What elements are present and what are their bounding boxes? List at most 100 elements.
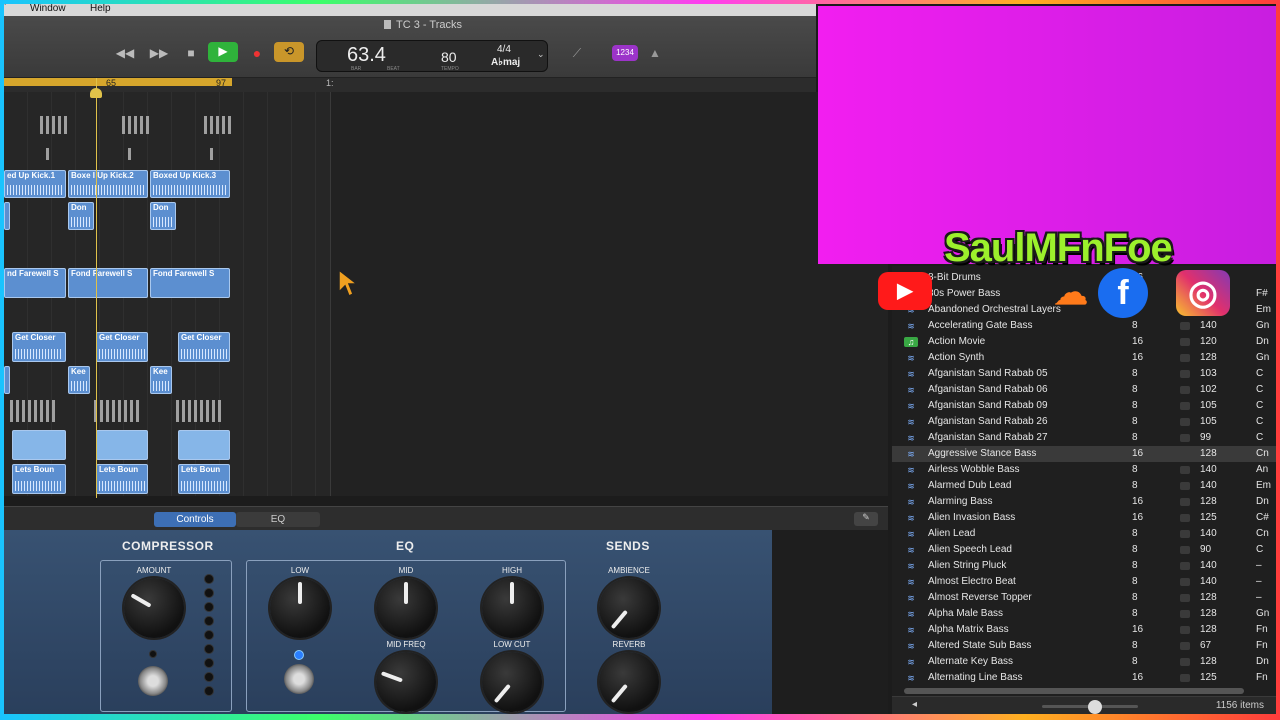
audio-region[interactable]: Boxe I Up Kick.2 — [68, 170, 148, 198]
favorite-checkbox[interactable] — [1180, 418, 1190, 426]
library-row[interactable]: ≋ Alpha Male Bass 8 128 Gn — [892, 606, 1276, 622]
library-row[interactable]: ≋ Afganistan Sand Rabab 06 8 102 C — [892, 382, 1276, 398]
midi-region[interactable] — [128, 148, 134, 160]
menu-help[interactable]: Help — [90, 4, 111, 14]
favorite-checkbox[interactable] — [1180, 482, 1190, 490]
midi-region[interactable] — [122, 116, 150, 134]
drum-region[interactable] — [178, 430, 230, 460]
audio-region[interactable]: ed Up Kick.1 — [4, 170, 66, 198]
library-row[interactable]: ≋ Afganistan Sand Rabab 05 8 103 C — [892, 366, 1276, 382]
record-button[interactable]: ● — [246, 44, 268, 62]
audio-region[interactable]: Get Closer — [12, 332, 66, 362]
favorite-checkbox[interactable] — [1180, 402, 1190, 410]
forward-button[interactable]: ▶▶ — [148, 44, 170, 62]
eq-toggle[interactable] — [284, 664, 314, 694]
audio-region[interactable]: Get Closer — [96, 332, 148, 362]
favorite-checkbox[interactable] — [1180, 450, 1190, 458]
amount-knob[interactable] — [124, 578, 184, 638]
audio-region[interactable]: Get Closer — [178, 332, 230, 362]
favorite-checkbox[interactable] — [1180, 578, 1190, 586]
favorite-checkbox[interactable] — [1180, 530, 1190, 538]
favorite-checkbox[interactable] — [1180, 370, 1190, 378]
library-row[interactable]: ≋ Alternating Line Bass 16 125 Fn — [892, 670, 1276, 686]
library-row[interactable]: ≋ Action Synth 16 128 Gn — [892, 350, 1276, 366]
audio-region[interactable]: Don — [150, 202, 176, 230]
favorite-checkbox[interactable] — [1180, 338, 1190, 346]
midi-region[interactable] — [10, 400, 58, 422]
library-row[interactable]: ≋ Alien Invasion Bass 16 125 C# — [892, 510, 1276, 526]
high-knob[interactable] — [482, 578, 542, 638]
favorite-checkbox[interactable] — [1180, 626, 1190, 634]
audio-region[interactable] — [4, 366, 10, 394]
midi-region[interactable] — [176, 400, 224, 422]
audio-region[interactable]: Lets Boun — [12, 464, 66, 494]
favorite-checkbox[interactable] — [1180, 674, 1190, 682]
mid-knob[interactable] — [376, 578, 436, 638]
tab-eq[interactable]: EQ — [236, 512, 320, 527]
mid-freq-knob[interactable] — [376, 652, 436, 712]
library-row[interactable]: ≋ Afganistan Sand Rabab 27 8 99 C — [892, 430, 1276, 446]
midi-region[interactable] — [40, 116, 68, 134]
library-row[interactable]: ≋ Alarming Bass 16 128 Dn — [892, 494, 1276, 510]
library-row[interactable]: ≋ Alpha Matrix Bass 16 128 Fn — [892, 622, 1276, 638]
preview-volume-icon[interactable]: ◂ — [912, 699, 917, 710]
preview-volume-thumb[interactable] — [1088, 700, 1102, 714]
favorite-checkbox[interactable] — [1180, 546, 1190, 554]
menu-window[interactable]: Window — [30, 4, 66, 14]
audio-region[interactable]: Don — [68, 202, 94, 230]
library-row[interactable]: ≋ Airless Wobble Bass 8 140 An — [892, 462, 1276, 478]
favorite-checkbox[interactable] — [1180, 562, 1190, 570]
compressor-toggle[interactable] — [138, 666, 168, 696]
library-row[interactable]: ♫ Action Movie 16 120 Dn — [892, 334, 1276, 350]
reverb-knob[interactable] — [599, 652, 659, 712]
timeline-ruler[interactable]: 65 97 1: — [4, 78, 816, 92]
library-row[interactable]: ≋ Alien String Pluck 8 140 – — [892, 558, 1276, 574]
library-row[interactable]: ≋ Alarmed Dub Lead 8 140 Em — [892, 478, 1276, 494]
play-button[interactable]: ▶ — [208, 42, 238, 62]
audio-region[interactable]: Boxed Up Kick.3 — [150, 170, 230, 198]
favorite-checkbox[interactable] — [1180, 434, 1190, 442]
audio-region[interactable]: Fond Farewell S — [68, 268, 148, 298]
low-cut-knob[interactable] — [482, 652, 542, 712]
library-row[interactable]: ≋ Almost Electro Beat 8 140 – — [892, 574, 1276, 590]
favorite-checkbox[interactable] — [1180, 610, 1190, 618]
cycle-region[interactable] — [4, 78, 232, 86]
chevron-down-icon[interactable]: ⌄ — [537, 49, 545, 60]
playhead[interactable] — [96, 78, 97, 498]
library-row[interactable]: ≋ Afganistan Sand Rabab 26 8 105 C — [892, 414, 1276, 430]
ambience-knob[interactable] — [599, 578, 659, 638]
count-in-button[interactable]: 1234 — [612, 45, 638, 61]
library-row[interactable]: ≋ Altered State Sub Bass 8 67 Fn — [892, 638, 1276, 654]
library-row[interactable]: ≋ Alien Speech Lead 8 90 C — [892, 542, 1276, 558]
audio-region[interactable]: Fond Farewell S — [150, 268, 230, 298]
audio-region[interactable]: Lets Boun — [178, 464, 230, 494]
audio-region[interactable]: Kee — [150, 366, 172, 394]
metronome-icon[interactable]: ▲ — [644, 44, 666, 62]
horizontal-scrollbar[interactable] — [904, 688, 1244, 694]
favorite-checkbox[interactable] — [1180, 594, 1190, 602]
library-row[interactable]: ≋ Afganistan Sand Rabab 09 8 105 C — [892, 398, 1276, 414]
midi-region[interactable] — [94, 400, 142, 422]
edit-icon[interactable]: ✎ — [854, 512, 878, 526]
library-row[interactable]: ≋ Almost Reverse Topper 8 128 – — [892, 590, 1276, 606]
lcd-display[interactable]: 63.4 BAR BEAT 80 TEMPO 4/4 A♭maj ⌄ — [316, 40, 548, 72]
favorite-checkbox[interactable] — [1180, 354, 1190, 362]
drum-region[interactable] — [12, 430, 66, 460]
empty-track-space[interactable] — [330, 92, 888, 496]
track-lanes[interactable]: ed Up Kick.1 Boxe I Up Kick.2 Boxed Up K… — [4, 92, 330, 496]
audio-region[interactable]: Lets Boun — [96, 464, 148, 494]
favorite-checkbox[interactable] — [1180, 498, 1190, 506]
tracks-area[interactable]: ed Up Kick.1 Boxe I Up Kick.2 Boxed Up K… — [4, 92, 888, 496]
library-row[interactable]: ≋ Alien Lead 8 140 Cn — [892, 526, 1276, 542]
stop-button[interactable]: ■ — [180, 44, 202, 62]
library-row[interactable]: ≋ Aggressive Stance Bass 16 128 Cn — [892, 446, 1276, 462]
favorite-checkbox[interactable] — [1180, 514, 1190, 522]
favorite-checkbox[interactable] — [1180, 658, 1190, 666]
audio-region[interactable]: Kee — [68, 366, 90, 394]
audio-region[interactable]: nd Farewell S — [4, 268, 66, 298]
midi-region[interactable] — [204, 116, 232, 134]
drum-region[interactable] — [96, 430, 148, 460]
favorite-checkbox[interactable] — [1180, 466, 1190, 474]
favorite-checkbox[interactable] — [1180, 322, 1190, 330]
library-row[interactable]: ≋ Accelerating Gate Bass 8 140 Gn — [892, 318, 1276, 334]
